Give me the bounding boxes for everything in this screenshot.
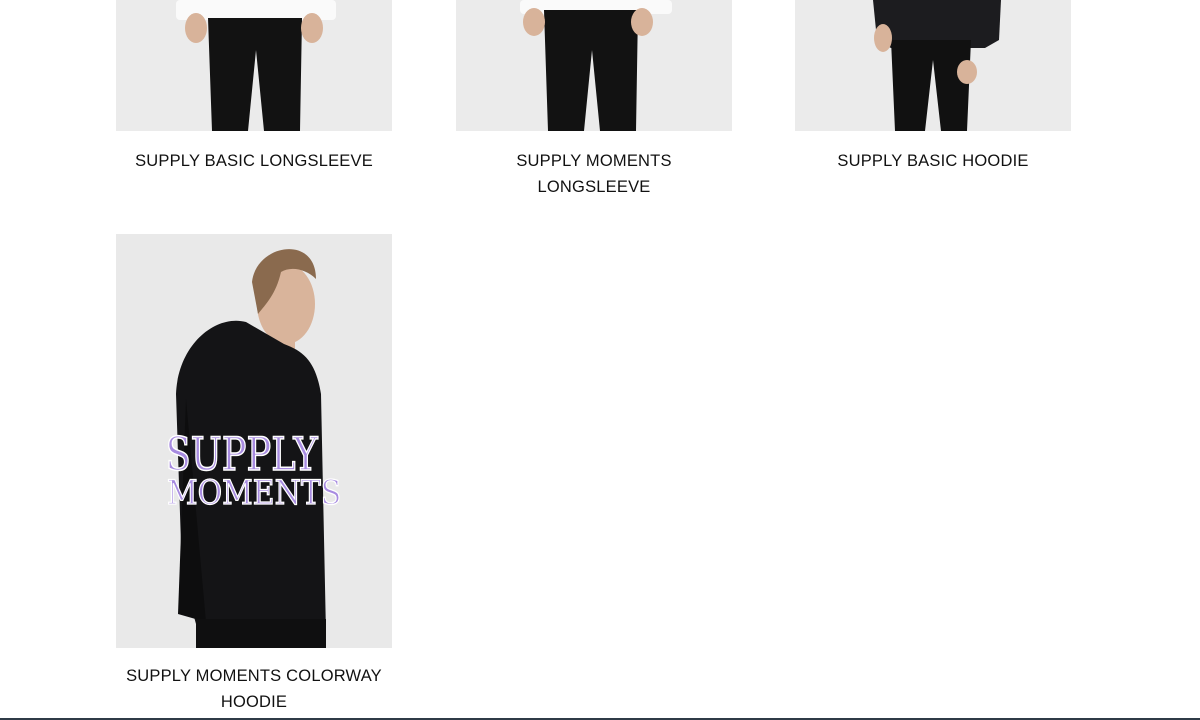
product-title[interactable]: SUPPLY BASIC HOODIE bbox=[795, 148, 1071, 174]
model-photo: SUPPLY MOMENTS bbox=[116, 234, 392, 648]
product-card[interactable]: SUPPLY MOMENTS LONGSLEEVE bbox=[456, 0, 732, 200]
product-card[interactable]: SUPPLY MOMENTS SUPPLY MOMENTS COLORWAY H… bbox=[116, 234, 392, 715]
model-photo bbox=[456, 0, 732, 131]
product-title[interactable]: SUPPLY MOMENTS COLORWAY HOODIE bbox=[116, 663, 392, 715]
hoodie-back-print: SUPPLY MOMENTS bbox=[165, 426, 342, 513]
product-title[interactable]: SUPPLY MOMENTS LONGSLEEVE bbox=[456, 148, 732, 200]
product-image[interactable] bbox=[116, 0, 392, 131]
product-card[interactable]: SUPPLY BASIC HOODIE bbox=[795, 0, 1071, 174]
model-photo bbox=[116, 0, 392, 131]
product-card[interactable]: SUPPLY BASIC LONGSLEEVE bbox=[116, 0, 392, 174]
svg-text:MOMENTS: MOMENTS bbox=[167, 472, 341, 512]
product-image[interactable] bbox=[795, 0, 1071, 131]
product-image[interactable] bbox=[456, 0, 732, 131]
product-grid-page: SUPPLY BASIC LONGSLEEVE SUPPLY MOMENTS L… bbox=[0, 0, 1200, 720]
product-title[interactable]: SUPPLY BASIC LONGSLEEVE bbox=[116, 148, 392, 174]
model-photo bbox=[795, 0, 1071, 131]
product-image[interactable]: SUPPLY MOMENTS bbox=[116, 234, 392, 648]
